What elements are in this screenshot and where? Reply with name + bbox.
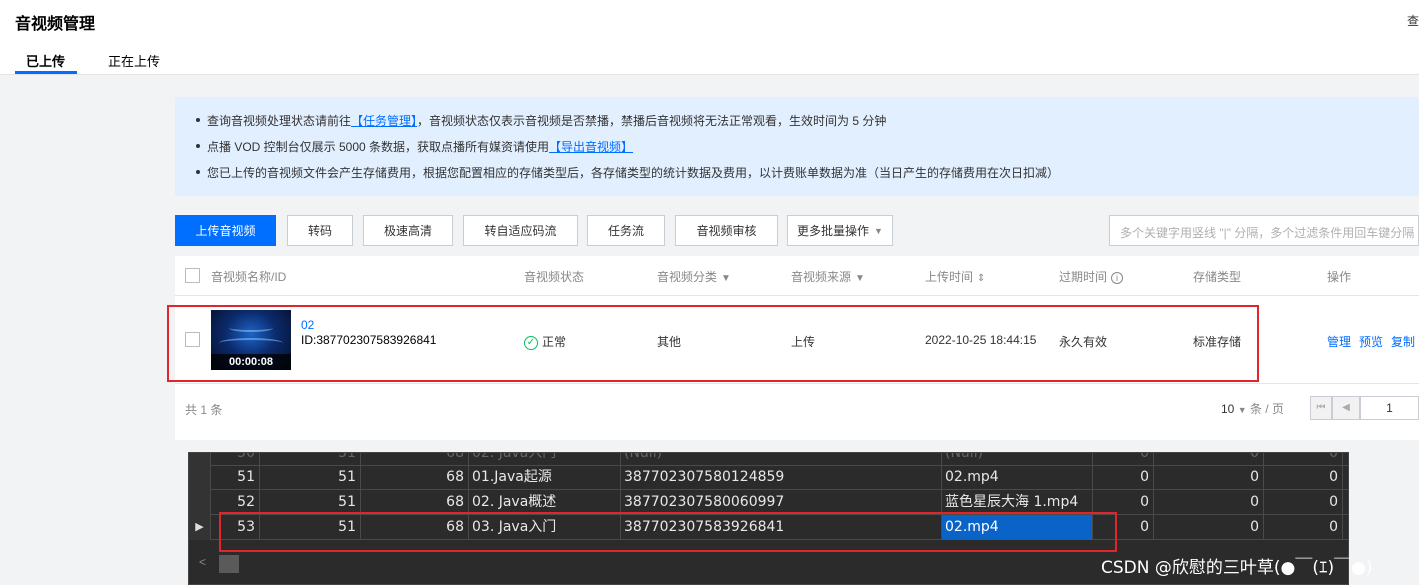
caret-down-icon: ▼ bbox=[1237, 405, 1247, 415]
col-actions: 操作 bbox=[1327, 270, 1352, 284]
tab-uploaded[interactable]: 已上传 bbox=[26, 51, 65, 70]
highlight-box bbox=[219, 512, 1117, 552]
col-storage: 存储类型 bbox=[1193, 270, 1242, 284]
transcode-button[interactable]: 转码 bbox=[287, 215, 353, 246]
preview-link[interactable]: 预览 bbox=[1359, 333, 1383, 350]
bullet-icon bbox=[196, 117, 200, 122]
export-media-link[interactable]: 【导出音视频】 bbox=[549, 140, 633, 154]
filter-icon[interactable]: ▼ bbox=[855, 273, 865, 284]
notice-line-2: 点播 VOD 控制台仅展示 5000 条数据，获取点播所有媒资请使用【导出音视频… bbox=[196, 138, 633, 155]
fast-hd-button[interactable]: 极速高清 bbox=[363, 215, 453, 246]
table-row[interactable]: 50 51 68 02. Java入门 (Null) (Null) 0 0 0 bbox=[189, 453, 1348, 466]
bullet-icon bbox=[196, 169, 200, 174]
search-input[interactable]: 多个关键字用竖线 "|" 分隔，多个过滤条件用回车键分隔 bbox=[1109, 215, 1419, 246]
col-source[interactable]: 音视频来源 ▼ bbox=[791, 268, 865, 285]
task-flow-button[interactable]: 任务流 bbox=[587, 215, 665, 246]
scroll-thumb[interactable] bbox=[219, 555, 239, 573]
col-status: 音视频状态 bbox=[524, 270, 585, 284]
manage-link[interactable]: 管理 bbox=[1327, 333, 1351, 350]
adaptive-stream-button[interactable]: 转自适应码流 bbox=[463, 215, 578, 246]
row-divider bbox=[175, 383, 1419, 384]
col-upload-time[interactable]: 上传时间 ⇕ bbox=[925, 268, 985, 285]
active-tab-indicator bbox=[15, 71, 77, 74]
header-corner-text[interactable]: 查 bbox=[1407, 12, 1419, 29]
notice-line-3: 您已上传的音视频文件会产生存储费用，根据您配置相应的存储类型后，各存储类型的统计… bbox=[196, 164, 1059, 181]
upload-media-button[interactable]: 上传音视频 bbox=[175, 215, 276, 246]
page-size-select[interactable]: 10 ▼ 条 / 页 bbox=[1221, 400, 1284, 417]
scroll-left-icon[interactable]: < bbox=[199, 555, 206, 569]
notice-line-1: 查询音视频处理状态请前往【任务管理】，音视频状态仅表示音视频是否禁播，禁播后音视… bbox=[196, 112, 886, 129]
col-name: 音视频名称/ID bbox=[211, 270, 287, 284]
watermark: CSDN @欣慰的三叶草(●￣(ｴ)￣●) bbox=[1101, 558, 1373, 578]
prev-page-button[interactable]: ◀ bbox=[1332, 396, 1360, 420]
tab-uploading[interactable]: 正在上传 bbox=[108, 51, 160, 70]
task-management-link[interactable]: 【任务管理】 bbox=[351, 114, 417, 128]
filter-icon[interactable]: ▼ bbox=[721, 273, 731, 284]
more-batch-dropdown[interactable]: 更多批量操作 ▼ bbox=[787, 215, 893, 246]
bullet-icon bbox=[196, 143, 200, 148]
page-header bbox=[0, 0, 1419, 75]
media-review-button[interactable]: 音视频审核 bbox=[675, 215, 778, 246]
page-number-input[interactable]: 1 bbox=[1360, 396, 1419, 420]
first-page-button[interactable]: ⏮ bbox=[1310, 396, 1332, 420]
row-indicator-icon: ▶ bbox=[189, 515, 211, 540]
col-expire: 过期时间 i bbox=[1059, 268, 1124, 285]
caret-down-icon: ▼ bbox=[874, 225, 883, 236]
info-icon[interactable]: i bbox=[1111, 272, 1124, 284]
total-count: 共 1 条 bbox=[185, 403, 223, 417]
copy-link[interactable]: 复制 bbox=[1391, 333, 1415, 350]
sort-icon[interactable]: ⇕ bbox=[977, 273, 985, 284]
select-all-checkbox[interactable] bbox=[185, 268, 200, 283]
table-row[interactable]: 51 51 68 01.Java起源 387702307580124859 02… bbox=[189, 465, 1348, 490]
col-category[interactable]: 音视频分类 ▼ bbox=[657, 268, 731, 285]
page-title: 音视频管理 bbox=[15, 16, 96, 33]
highlight-box bbox=[167, 305, 1259, 382]
